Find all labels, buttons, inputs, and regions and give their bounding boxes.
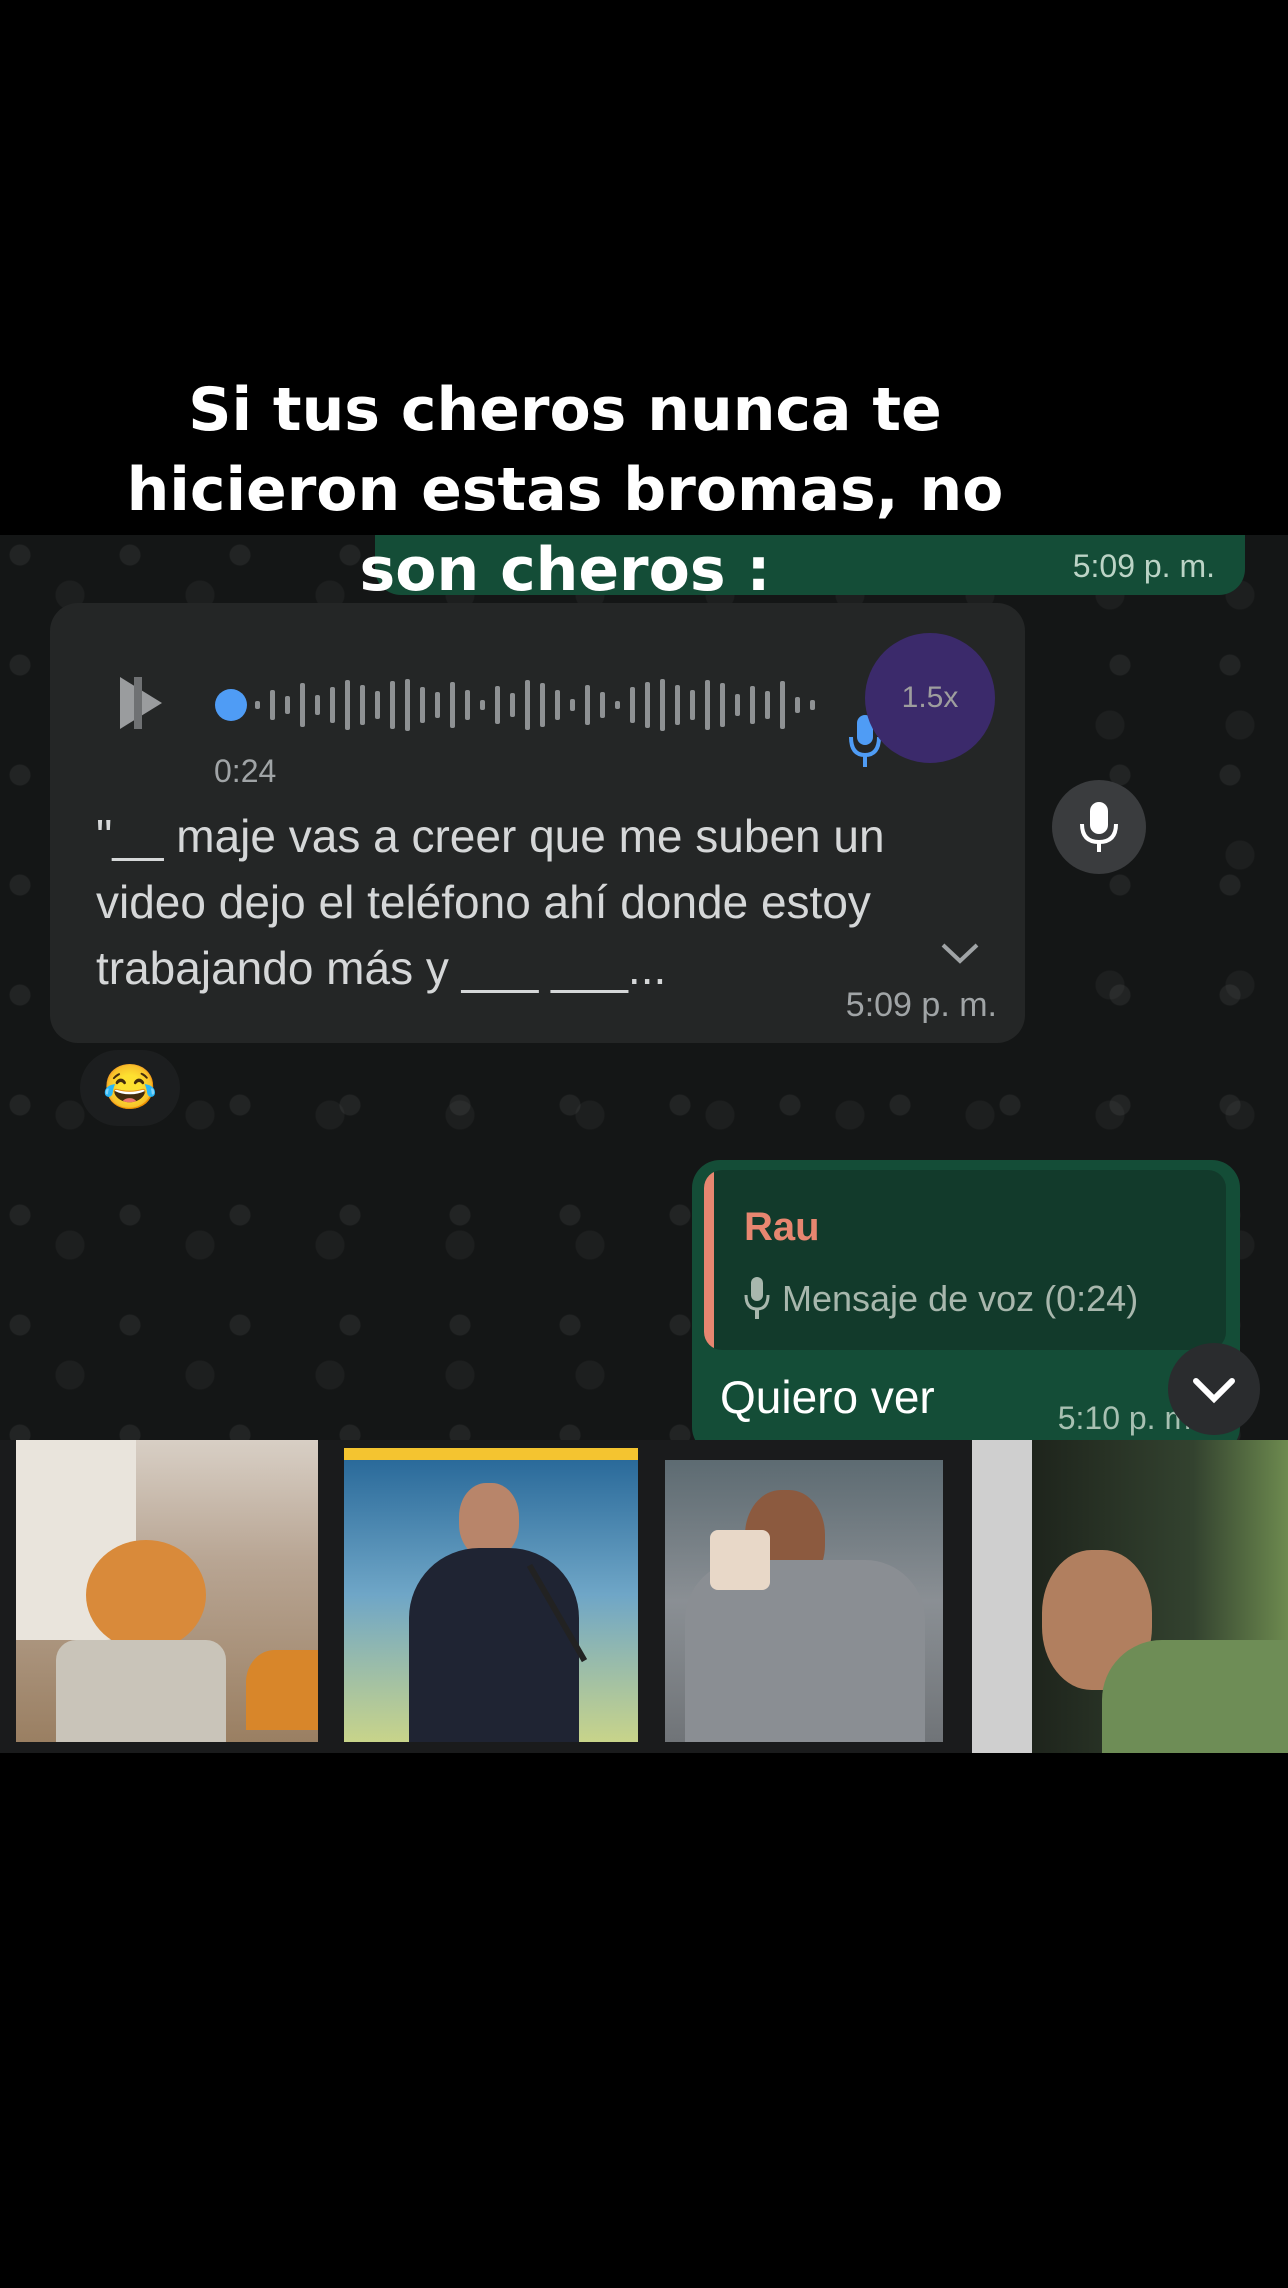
quoted-voice-label: Mensaje de voz (0:24) <box>782 1278 1139 1319</box>
voice-duration: 0:24 <box>214 753 277 789</box>
reply-text: Quiero ver <box>720 1371 935 1423</box>
waveform-bar <box>615 701 620 709</box>
waveform-bar <box>675 685 680 725</box>
waveform-bar <box>630 687 635 723</box>
waveform-bar <box>540 683 545 727</box>
playback-speed-button[interactable]: 1.5x <box>865 633 995 763</box>
waveform-bar <box>495 686 500 724</box>
scroll-to-bottom-button[interactable] <box>1168 1343 1260 1435</box>
waveform-bar <box>735 694 740 716</box>
waveform-bar <box>705 680 710 730</box>
quoted-sender-name: Rau <box>744 1205 820 1249</box>
waveform-bar <box>345 680 350 730</box>
waveform-bar <box>330 687 335 723</box>
waveform-bar <box>435 692 440 718</box>
outgoing-reply-bubble[interactable]: Rau Mensaje de voz (0:24) Quiero ver 5:1… <box>692 1160 1240 1455</box>
waveform-bar <box>645 682 650 728</box>
mic-icon <box>1080 802 1118 852</box>
waveform-bar <box>525 680 530 730</box>
voice-transcribe-button[interactable] <box>1052 780 1146 874</box>
playback-speed-label: 1.5x <box>901 681 959 714</box>
waveform-bar <box>480 700 485 710</box>
waveform-bar <box>720 683 725 727</box>
waveform-bar <box>360 685 365 725</box>
waveform-bar <box>570 699 575 711</box>
waveform-bar <box>270 690 275 720</box>
waveform-bar <box>555 690 560 720</box>
quoted-message[interactable]: Rau Mensaje de voz (0:24) <box>704 1170 1226 1350</box>
waveform-bar <box>750 686 755 724</box>
meme-image-laughing-man <box>972 1440 1288 1753</box>
waveform-bar <box>600 692 605 718</box>
message-time: 5:09 p. m. <box>1072 548 1215 584</box>
meme-image-man-drinking <box>665 1460 943 1742</box>
waveform-bar <box>765 691 770 719</box>
waveform-bar <box>375 691 380 719</box>
waveform-bar <box>405 679 410 731</box>
waveform-bar <box>285 696 290 714</box>
meme-image-singer <box>344 1448 638 1742</box>
chevron-down-icon <box>1193 1378 1235 1404</box>
waveform-bar <box>300 683 305 727</box>
play-icon[interactable] <box>116 673 166 733</box>
quote-accent-bar <box>704 1170 714 1350</box>
waveform-bar <box>420 687 425 723</box>
voice-waveform[interactable] <box>215 675 855 735</box>
waveform-bar <box>450 682 455 728</box>
waveform-bar <box>660 679 665 731</box>
meme-reaction-strip <box>0 1440 1288 1753</box>
voice-transcript: "__ maje vas a creer que me suben un vid… <box>96 810 885 994</box>
waveform-bar <box>780 681 785 729</box>
waveform-bar <box>465 690 470 720</box>
voice-message-bubble[interactable]: 1.5x 0:24 "__ maje vas a creer que me su… <box>50 603 1025 1043</box>
waveform-bar <box>585 685 590 725</box>
chat-panel: 5:09 p. m. 1.5x 0:24 "__ maje vas a cree… <box>0 535 1288 1753</box>
waveform-bar <box>390 681 395 729</box>
voice-message-time: 5:09 p. m. <box>845 986 997 1024</box>
expand-transcript-icon[interactable] <box>935 933 985 973</box>
waveform-bar <box>255 701 260 709</box>
meme-image-cat <box>16 1440 318 1742</box>
waveform-bar <box>810 700 815 710</box>
waveform-bar <box>690 690 695 720</box>
reaction-badge[interactable]: 😂 <box>80 1050 180 1126</box>
waveform-bar <box>795 697 800 713</box>
meme-caption: Si tus cheros nunca te hicieron estas br… <box>126 375 1004 605</box>
waveform-bar <box>510 693 515 717</box>
waveform-bar <box>315 695 320 715</box>
mic-icon <box>744 1277 770 1319</box>
